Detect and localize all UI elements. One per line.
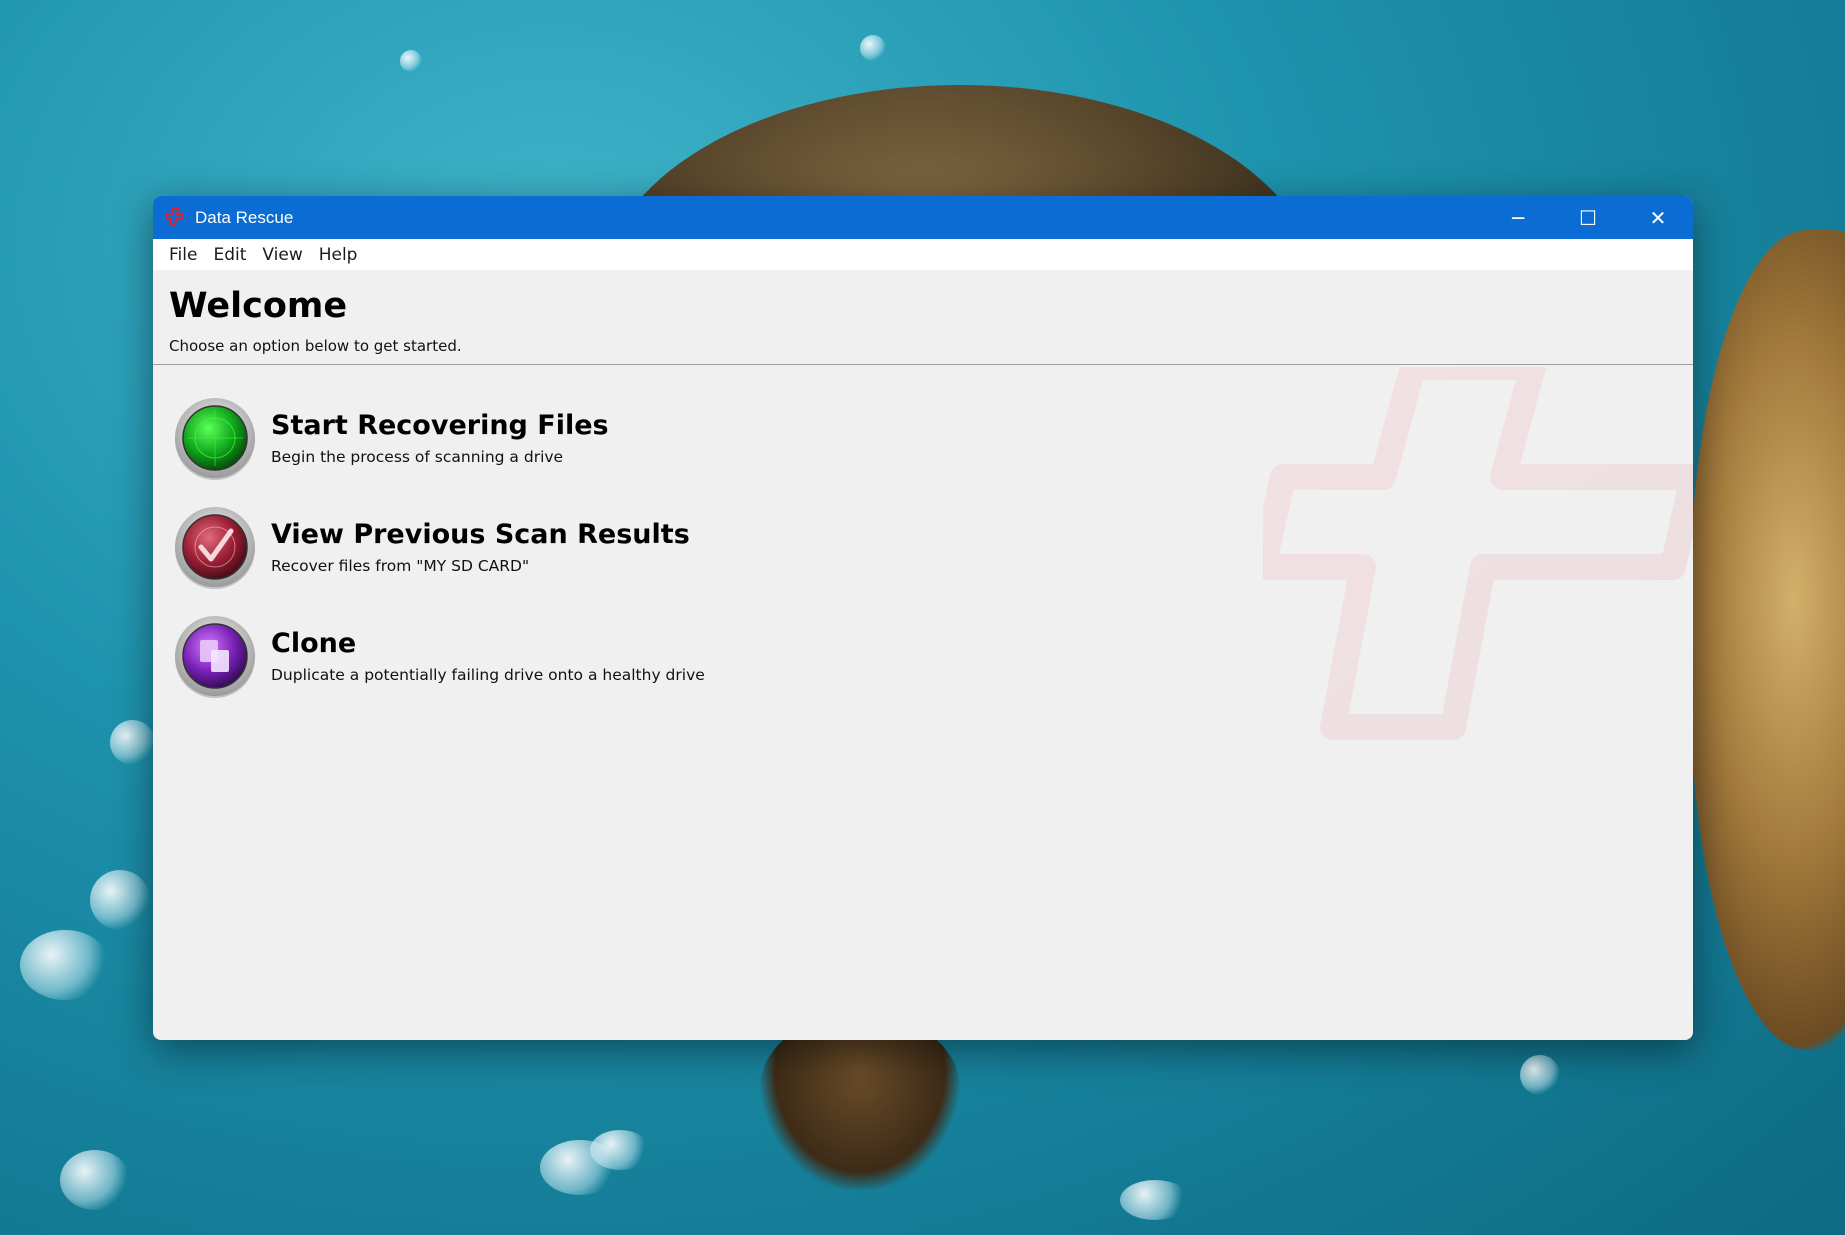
option-description: Begin the process of scanning a drive: [271, 448, 564, 466]
close-button[interactable]: ✕: [1623, 196, 1693, 239]
checkmark-radar-icon: [175, 507, 255, 589]
window-title: Data Rescue: [195, 207, 294, 227]
option-title: Clone: [271, 628, 357, 659]
wallpaper-bubble: [60, 1150, 130, 1210]
wallpaper-bubble: [1120, 1180, 1190, 1220]
page-title: Welcome: [169, 286, 348, 326]
menu-help[interactable]: Help: [311, 245, 366, 265]
data-rescue-window: Data Rescue ─ ☐ ✕ File Edit View Help We…: [153, 196, 1693, 1040]
options-panel: Start Recovering Files Begin the process…: [153, 365, 1693, 1040]
wallpaper-bubble: [860, 35, 886, 61]
wallpaper-bubble: [400, 50, 422, 72]
clone-option[interactable]: Clone Duplicate a potentially failing dr…: [173, 611, 705, 701]
title-bar[interactable]: Data Rescue ─ ☐ ✕: [153, 196, 1693, 239]
wallpaper-bubble: [90, 870, 150, 930]
menu-edit[interactable]: Edit: [205, 245, 254, 265]
wallpaper-turtle-body: [1690, 230, 1845, 1050]
data-rescue-logo-icon: [164, 205, 190, 231]
start-recovering-option[interactable]: Start Recovering Files Begin the process…: [173, 393, 609, 483]
menu-bar: File Edit View Help: [153, 239, 1693, 270]
view-previous-scan-option[interactable]: View Previous Scan Results Recover files…: [173, 502, 690, 592]
menu-view[interactable]: View: [254, 245, 310, 265]
option-description: Recover files from "MY SD CARD": [271, 557, 530, 575]
radar-icon: [175, 398, 255, 480]
option-description: Duplicate a potentially failing drive on…: [271, 666, 705, 684]
clone-icon: [175, 616, 255, 698]
wallpaper-bubble: [1520, 1055, 1560, 1095]
wallpaper-turtle-flipper: [760, 1020, 960, 1190]
option-title: Start Recovering Files: [271, 410, 609, 441]
maximize-button[interactable]: ☐: [1553, 196, 1623, 239]
wallpaper-bubble: [590, 1130, 650, 1170]
page-subtitle: Choose an option below to get started.: [169, 337, 462, 355]
menu-file[interactable]: File: [161, 245, 205, 265]
wallpaper-bubble: [20, 930, 110, 1000]
option-title: View Previous Scan Results: [271, 519, 690, 550]
welcome-header: Welcome Choose an option below to get st…: [153, 270, 1693, 365]
window-controls: ─ ☐ ✕: [1483, 196, 1693, 239]
minimize-button[interactable]: ─: [1483, 196, 1553, 239]
wallpaper-bubble: [110, 720, 155, 765]
data-rescue-watermark-icon: [1263, 367, 1693, 740]
